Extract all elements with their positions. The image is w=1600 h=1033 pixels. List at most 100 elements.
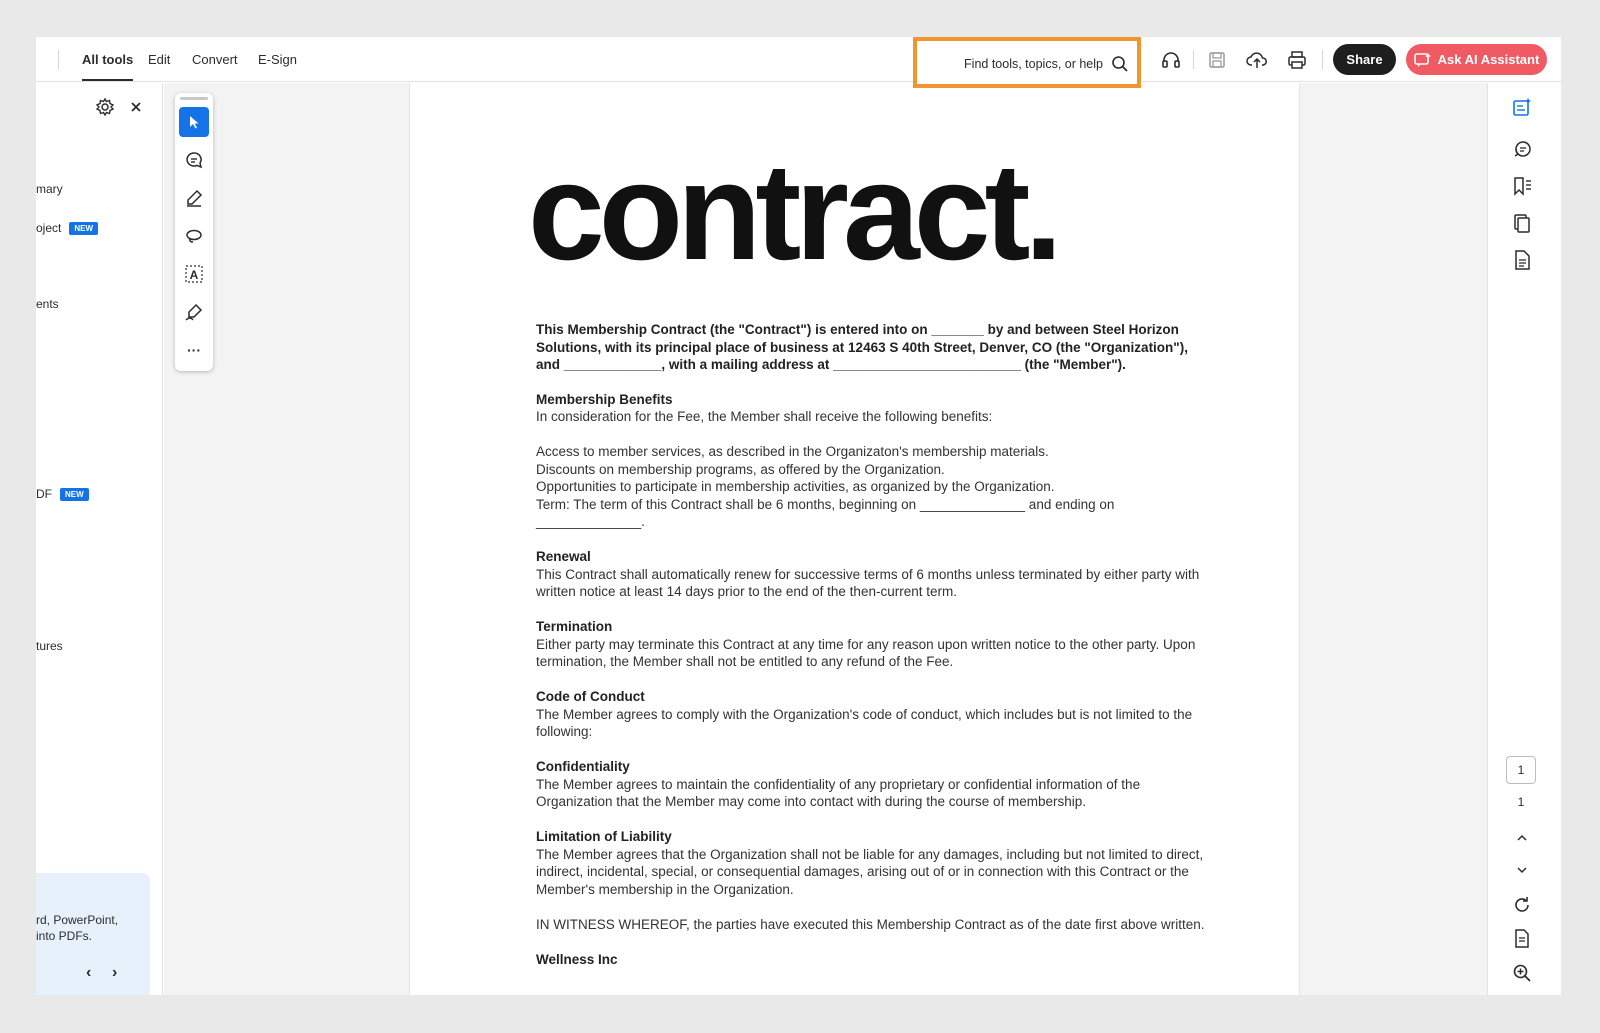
section-text: The Member agrees that the Organization … [536,846,1204,897]
signature-pen-icon [185,303,203,321]
page-total: 1 [1517,795,1525,809]
pages-icon[interactable] [1511,212,1533,234]
draw-tool-button[interactable] [179,297,209,327]
promo-prev-button[interactable]: ‹ [86,964,91,982]
top-toolbar: All tools Edit Convert E-Sign Find tools… [36,37,1561,88]
chevron-down-icon[interactable] [1511,859,1533,881]
section-text: IN WITNESS WHEREOF, the parties have exe… [536,916,1205,932]
tab-e-sign[interactable]: E-Sign [258,52,297,67]
section-text: The Member agrees to comply with the Org… [536,706,1193,740]
tool-item[interactable]: tures [36,639,63,653]
edit-pdf-icon[interactable] [1511,96,1533,118]
section-text: Opportunities to participate in membersh… [536,479,1055,494]
promo-text: rd, PowerPoint, into PDFs. [36,912,118,944]
comment-tool-button[interactable] [179,145,209,175]
tab-convert[interactable]: Convert [192,52,238,67]
new-badge: NEW [60,488,89,501]
all-tools-panel: mary oject NEW ents DF NEW tures rd, Power… [36,83,163,995]
cursor-icon [190,116,199,129]
tool-item-label: tures [36,639,63,653]
headphones-icon[interactable] [1160,49,1182,71]
tool-item-label: oject [36,221,62,235]
section-text: Term: The term of this Contract shall be… [536,496,1115,530]
section-text: In consideration for the Fee, the Member… [536,409,993,424]
close-icon[interactable] [130,101,142,113]
svg-text:A: A [190,268,199,282]
ask-ai-assistant-button[interactable]: Ask AI Assistant [1406,44,1547,75]
highlight-tool-button[interactable] [179,183,209,213]
document-body: This Membership Contract (the "Contract"… [536,321,1206,968]
save-icon[interactable] [1206,49,1228,71]
print-icon[interactable] [1286,49,1308,71]
tool-item[interactable]: mary [36,182,63,196]
search-icon[interactable] [1111,55,1129,73]
section-heading: Termination [536,619,613,634]
tab-edit[interactable]: Edit [148,52,170,67]
tab-all-tools[interactable]: All tools [82,52,134,81]
paragraph-spacer [536,898,1206,916]
zoom-in-icon[interactable] [1511,962,1533,984]
select-tool-button[interactable] [179,107,209,137]
section-heading: Renewal [536,549,591,564]
tool-item[interactable]: ents [36,297,59,311]
section-text: This Contract shall automatically renew … [536,566,1200,600]
drag-handle[interactable] [180,97,208,100]
contract-sections: Membership Benefits In consideration for … [536,391,1206,969]
paragraph-spacer [536,426,1206,444]
search-placeholder[interactable]: Find tools, topics, or help [964,57,1103,71]
promo-card: rd, PowerPoint, into PDFs. ‹ › [36,873,150,995]
lasso-icon [186,229,202,243]
tool-item[interactable]: DF NEW [36,487,89,501]
section-text: The Member agrees to maintain the confid… [536,776,1141,810]
section-heading: Confidentiality [536,759,630,774]
page-fit-icon[interactable] [1511,928,1533,950]
contract-intro: This Membership Contract (the "Contract"… [536,322,1188,372]
more-tools-button[interactable]: ··· [179,335,209,365]
text-select-tool-button[interactable]: A [179,259,209,289]
ai-assistant-icon [1413,52,1431,67]
lasso-tool-button[interactable] [179,221,209,251]
text-box-icon: A [185,265,203,283]
toolbar-divider [1322,50,1323,69]
chevron-up-icon[interactable] [1511,827,1533,849]
section-text: Discounts on membership programs, as off… [536,461,945,477]
section-heading: Wellness Inc [536,951,618,967]
document-title: contract. [528,135,1063,289]
section-heading: Code of Conduct [536,689,645,704]
new-badge: NEW [69,222,99,235]
pen-icon [187,189,203,207]
quick-tools-rail: A ··· [175,93,213,371]
page-number-input[interactable]: 1 [1506,756,1536,784]
toolbar-divider [1193,50,1194,69]
promo-line: into PDFs. [36,929,93,943]
rotate-icon[interactable] [1511,894,1533,916]
gear-icon[interactable] [95,97,115,117]
upload-cloud-icon[interactable] [1246,49,1268,71]
tool-item[interactable]: oject NEW [36,221,99,235]
search-box[interactable]: Find tools, topics, or help [913,37,1141,88]
app-window: contract. This Membership Contract (the … [36,37,1561,995]
tool-item-label: DF [36,487,52,501]
comments-icon[interactable] [1511,138,1533,160]
section-heading: Limitation of Liability [536,829,672,844]
promo-next-button[interactable]: › [112,964,117,982]
right-sidebar: 1 1 [1487,83,1561,995]
section-text: Access to member services, as described … [536,444,1049,459]
bookmark-icon[interactable] [1511,175,1533,197]
tool-item-label: ents [36,297,59,311]
promo-line: rd, PowerPoint, [36,913,119,927]
tool-item-label: mary [36,182,63,196]
document-icon[interactable] [1511,249,1533,271]
pdf-page: contract. This Membership Contract (the … [409,83,1300,995]
toolbar-divider [58,50,59,69]
share-button[interactable]: Share [1333,44,1396,75]
comment-icon [186,152,203,169]
section-text: Either party may terminate this Contract… [536,636,1196,670]
section-heading: Membership Benefits [536,391,673,407]
